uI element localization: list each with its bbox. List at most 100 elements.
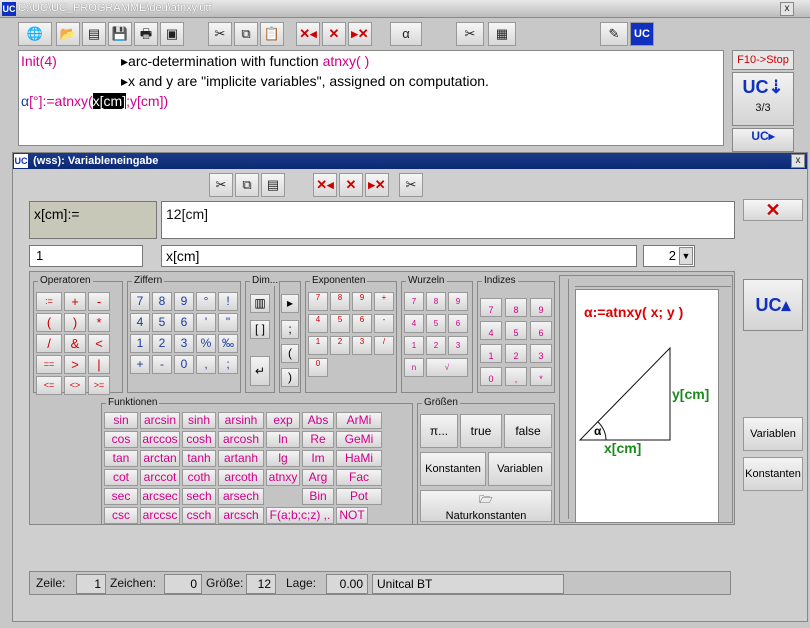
function-key[interactable]: arccos xyxy=(140,431,180,448)
exponent-key[interactable]: 3 xyxy=(352,336,372,355)
cut-icon[interactable]: ✂ xyxy=(208,22,232,46)
op-key[interactable]: & xyxy=(64,334,86,353)
function-key[interactable]: sech xyxy=(182,488,216,505)
false-button[interactable]: false xyxy=(504,414,552,448)
op-key[interactable]: + xyxy=(64,292,86,311)
index-key[interactable]: 5 xyxy=(505,321,527,340)
digit-key[interactable]: 2 xyxy=(152,334,172,353)
function-key[interactable]: Pot xyxy=(336,488,382,505)
key-lparen[interactable]: ( xyxy=(281,344,299,363)
number-select[interactable]: 2 ▼ xyxy=(643,245,695,267)
index-key[interactable]: 8 xyxy=(505,298,527,317)
uc-up-button[interactable]: UC▴ xyxy=(743,279,803,331)
function-key[interactable]: lg xyxy=(266,450,300,467)
chevron-down-icon[interactable]: ▼ xyxy=(679,247,693,265)
digit-key[interactable]: ! xyxy=(218,292,238,311)
preview-scroll[interactable] xyxy=(561,279,569,519)
function-key[interactable]: sin xyxy=(104,412,138,429)
function-key[interactable]: sec xyxy=(104,488,138,505)
function-key[interactable]: cot xyxy=(104,469,138,486)
function-key[interactable]: arcoth xyxy=(218,469,264,486)
side-variables-button[interactable]: Variablen xyxy=(743,417,803,451)
function-key[interactable]: exp xyxy=(266,412,300,429)
dlg-copy-icon[interactable]: ⧉ xyxy=(235,173,259,197)
digit-key[interactable]: 5 xyxy=(152,313,172,332)
digit-key[interactable]: + xyxy=(130,355,150,374)
function-key[interactable]: NOT xyxy=(336,507,368,524)
exponent-key[interactable]: 8 xyxy=(330,292,350,311)
key-rparen[interactable]: ) xyxy=(281,368,299,387)
pi-button[interactable]: π... xyxy=(420,414,458,448)
digit-key[interactable]: 3 xyxy=(174,334,194,353)
function-key[interactable]: arcsin xyxy=(140,412,180,429)
function-key[interactable]: cos xyxy=(104,431,138,448)
root-key[interactable]: 5 xyxy=(426,314,446,333)
digit-key[interactable]: ; xyxy=(218,355,238,374)
exponent-key[interactable]: 1 xyxy=(308,336,328,355)
globe-icon[interactable]: 🌐 xyxy=(18,22,52,46)
open-folder-icon[interactable]: 📂 xyxy=(56,22,80,46)
function-key[interactable]: arcsch xyxy=(218,507,264,524)
exponent-key[interactable]: 2 xyxy=(330,336,350,355)
delete-right-icon[interactable]: ▸✕ xyxy=(348,22,372,46)
formula-editor[interactable]: Init(4) ▸arc-determination with function… xyxy=(18,50,724,146)
digit-key[interactable]: 9 xyxy=(174,292,194,311)
function-key[interactable]: arcosh xyxy=(218,431,264,448)
print-preview-icon[interactable]: ▣ xyxy=(160,22,184,46)
root-key[interactable]: 1 xyxy=(404,336,424,355)
dim-book-icon[interactable]: ▥ xyxy=(250,294,270,313)
exponent-key[interactable]: / xyxy=(374,336,394,355)
key-caret[interactable]: ▸ xyxy=(281,294,299,313)
function-key[interactable]: arccsc xyxy=(140,507,180,524)
function-key[interactable]: arcsec xyxy=(140,488,180,505)
function-key[interactable]: arctan xyxy=(140,450,180,467)
tools-icon[interactable]: ✂ xyxy=(456,22,484,46)
function-key[interactable]: Bin xyxy=(302,488,334,505)
pen-icon[interactable]: ✎ xyxy=(600,22,628,46)
root-key[interactable]: 8 xyxy=(426,292,446,311)
op-key[interactable]: := xyxy=(36,292,62,311)
function-key[interactable]: arsinh xyxy=(218,412,264,429)
function-key[interactable]: csch xyxy=(182,507,216,524)
function-key[interactable]: arccot xyxy=(140,469,180,486)
op-key[interactable]: <> xyxy=(64,376,86,395)
variable-select[interactable]: x[cm] xyxy=(161,245,637,267)
digit-key[interactable]: % xyxy=(196,334,216,353)
function-key[interactable]: tanh xyxy=(182,450,216,467)
index-key[interactable]: 4 xyxy=(480,321,502,340)
true-button[interactable]: true xyxy=(460,414,502,448)
root-key[interactable]: 6 xyxy=(448,314,468,333)
page-nav-button[interactable]: UC⇣ 3/3 xyxy=(732,72,794,126)
digit-key[interactable]: ° xyxy=(196,292,216,311)
calculator-icon[interactable]: ▦ xyxy=(488,22,516,46)
op-key[interactable]: * xyxy=(88,313,110,332)
digit-key[interactable]: 1 xyxy=(130,334,150,353)
digit-key[interactable]: 4 xyxy=(130,313,150,332)
function-key[interactable]: artanh xyxy=(218,450,264,467)
window-close-button[interactable]: x xyxy=(780,2,794,16)
digit-key[interactable]: , xyxy=(196,355,216,374)
exponent-key[interactable]: 9 xyxy=(352,292,372,311)
op-key[interactable]: > xyxy=(64,355,86,374)
exponent-key[interactable]: + xyxy=(374,292,394,311)
digit-key[interactable]: ' xyxy=(196,313,216,332)
root-key[interactable]: √ xyxy=(426,358,468,377)
constants-button[interactable]: Konstanten xyxy=(420,452,486,486)
exponent-key[interactable]: 6 xyxy=(352,314,372,333)
function-key[interactable]: GeMi xyxy=(336,431,382,448)
digit-key[interactable]: " xyxy=(218,313,238,332)
index-key[interactable]: 2 xyxy=(505,344,527,363)
function-key[interactable]: Abs xyxy=(302,412,334,429)
dlg-cut-icon[interactable]: ✂ xyxy=(209,173,233,197)
function-key[interactable]: Re xyxy=(302,431,334,448)
function-key[interactable]: HaMi xyxy=(336,450,382,467)
open-uc-icon[interactable]: ▤ xyxy=(82,22,106,46)
function-key[interactable]: tan xyxy=(104,450,138,467)
index-key[interactable]: 7 xyxy=(480,298,502,317)
uc-logo-icon[interactable]: UC xyxy=(630,22,654,46)
index-key[interactable]: 3 xyxy=(530,344,552,363)
stop-button[interactable]: F10->Stop xyxy=(732,50,794,70)
digit-key[interactable]: ‰ xyxy=(218,334,238,353)
delete-line-icon[interactable]: ✕ xyxy=(322,22,346,46)
function-key[interactable]: coth xyxy=(182,469,216,486)
